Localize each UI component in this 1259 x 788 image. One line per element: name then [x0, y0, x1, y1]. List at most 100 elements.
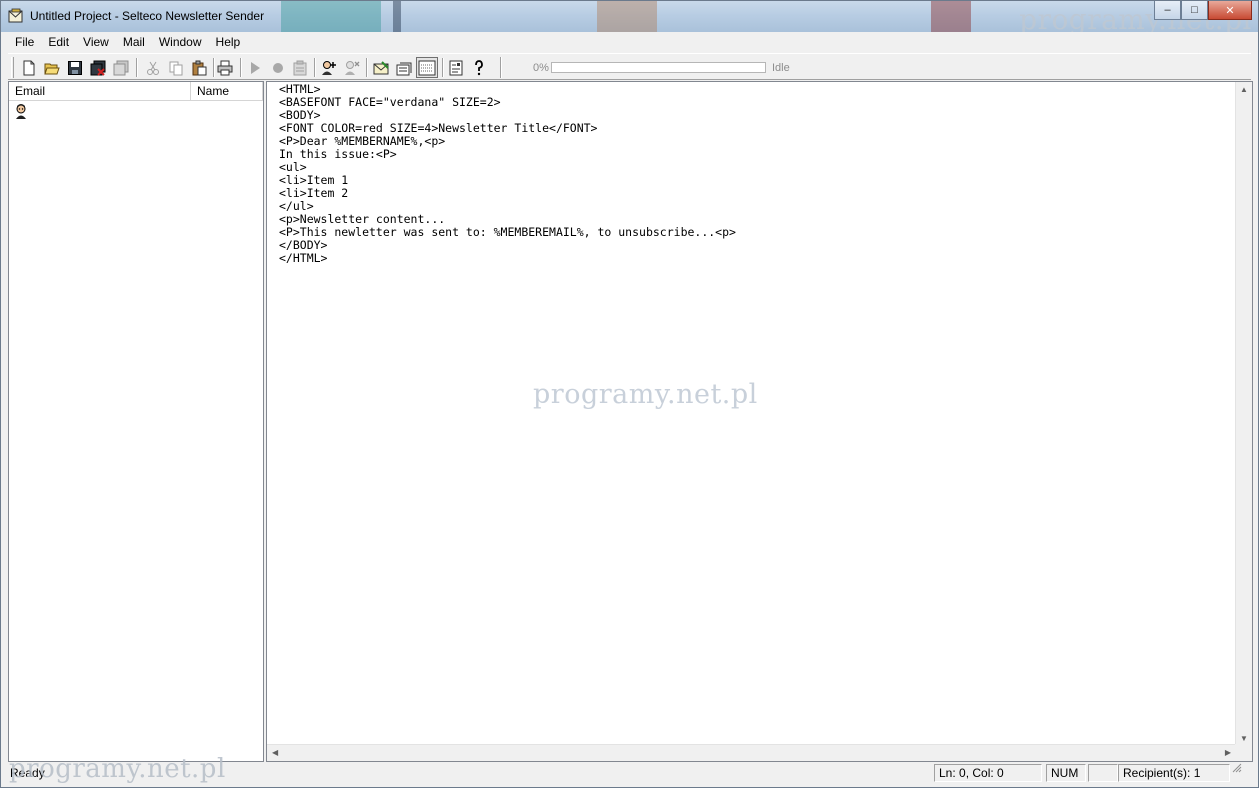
- toolbar-grip[interactable]: [11, 57, 14, 78]
- scroll-down-icon[interactable]: ▼: [1240, 734, 1248, 743]
- record-button[interactable]: [267, 57, 289, 78]
- editor-line[interactable]: <li>Item 1: [279, 173, 348, 187]
- cut-button[interactable]: [142, 57, 164, 78]
- editor-line[interactable]: </ul>: [279, 199, 314, 213]
- editor-line[interactable]: <p>Newsletter content...: [279, 212, 445, 226]
- clipboard-button[interactable]: [289, 57, 311, 78]
- editor-line[interactable]: <HTML>: [279, 82, 321, 96]
- minimize-button[interactable]: –: [1154, 1, 1181, 20]
- background-strip: [393, 1, 401, 32]
- html-code-button[interactable]: [416, 57, 438, 78]
- properties-icon: [113, 60, 129, 75]
- editor-line[interactable]: <P>This newletter was sent to: %MEMBEREM…: [279, 225, 736, 239]
- background-strip: [931, 1, 971, 32]
- mail-send-button[interactable]: [393, 57, 415, 78]
- mail-send-icon: [396, 62, 412, 75]
- num-lock-indicator: NUM: [1046, 764, 1086, 782]
- status-pane-empty: [1088, 764, 1118, 782]
- background-strip: [597, 1, 657, 32]
- save-button[interactable]: [64, 57, 86, 78]
- open-icon: [44, 63, 60, 74]
- scroll-left-icon[interactable]: ◀: [272, 748, 278, 757]
- toolbar: 0% Idle: [8, 53, 1251, 80]
- title-bar[interactable]: Untitled Project - Selteco Newsletter Se…: [1, 1, 1258, 36]
- toolbar-separator: [240, 58, 242, 77]
- toolbar-separator: [136, 58, 138, 77]
- new-icon: [23, 60, 35, 75]
- new-button[interactable]: [18, 57, 40, 78]
- editor-line[interactable]: <FONT COLOR=red SIZE=4>Newsletter Title<…: [279, 121, 598, 135]
- cut-icon: [147, 61, 159, 75]
- list-header: Email Name: [9, 82, 263, 101]
- app-icon[interactable]: [8, 8, 24, 24]
- editor-content[interactable]: <HTML> <BASEFONT FACE="verdana" SIZE=2> …: [279, 83, 736, 265]
- remove-recipient-button[interactable]: [341, 57, 363, 78]
- properties-button[interactable]: [110, 57, 132, 78]
- menu-view[interactable]: View: [76, 32, 116, 52]
- clipboard-icon: [293, 60, 307, 75]
- horizontal-scrollbar[interactable]: ◀ ▶: [267, 744, 1236, 761]
- window-controls: – □ ✕: [1154, 1, 1252, 21]
- mail-settings-icon: [373, 60, 389, 74]
- progress-percent: 0%: [533, 62, 549, 74]
- add-recipient-icon: [322, 60, 336, 75]
- column-name[interactable]: Name: [191, 82, 263, 101]
- help-icon: [475, 59, 483, 75]
- record-icon: [273, 62, 283, 73]
- html-editor[interactable]: <HTML> <BASEFONT FACE="verdana" SIZE=2> …: [266, 81, 1253, 762]
- editor-line[interactable]: </HTML>: [279, 251, 327, 265]
- scroll-right-icon[interactable]: ▶: [1225, 748, 1231, 757]
- person-icon: [16, 104, 26, 119]
- scroll-corner: [1235, 744, 1252, 761]
- save-icon: [68, 60, 82, 75]
- toolbar-separator: [314, 58, 316, 77]
- window-title: Untitled Project - Selteco Newsletter Se…: [30, 9, 265, 23]
- list-item[interactable]: [13, 103, 29, 119]
- cursor-position: Ln: 0, Col: 0: [934, 764, 1042, 782]
- copy-icon: [169, 61, 183, 75]
- editor-line[interactable]: <P>Dear %MEMBERNAME%,<p>: [279, 134, 445, 148]
- close-button[interactable]: ✕: [1208, 1, 1252, 20]
- paste-button[interactable]: [188, 57, 210, 78]
- maximize-button[interactable]: □: [1181, 1, 1208, 20]
- open-button[interactable]: [41, 57, 63, 78]
- toolbar-separator: [500, 57, 502, 78]
- progress-status: Idle: [772, 62, 790, 74]
- paste-icon: [192, 60, 207, 75]
- menu-file[interactable]: File: [8, 32, 41, 52]
- watermark: programy.net.pl: [9, 754, 226, 784]
- options-icon: [449, 60, 463, 75]
- save-all-button[interactable]: [87, 57, 109, 78]
- column-email[interactable]: Email: [9, 82, 191, 101]
- resize-grip-icon[interactable]: [1232, 763, 1242, 773]
- html-code-icon: [418, 60, 436, 75]
- app-window: Untitled Project - Selteco Newsletter Se…: [0, 0, 1259, 788]
- editor-line[interactable]: In this issue:<P>: [279, 147, 397, 161]
- menu-window[interactable]: Window: [152, 32, 209, 52]
- vertical-scrollbar[interactable]: ▲ ▼: [1235, 82, 1252, 746]
- toolbar-separator: [442, 58, 444, 77]
- editor-line[interactable]: <BASEFONT FACE="verdana" SIZE=2>: [279, 95, 501, 109]
- menu-help[interactable]: Help: [209, 32, 248, 52]
- scroll-up-icon[interactable]: ▲: [1240, 85, 1248, 94]
- menu-bar: File Edit View Mail Window Help: [8, 32, 1251, 52]
- editor-line[interactable]: </BODY>: [279, 238, 327, 252]
- background-strip: [281, 1, 381, 32]
- save-all-icon: [90, 60, 106, 76]
- recipient-count: Recipient(s): 1: [1118, 764, 1230, 782]
- play-button[interactable]: [244, 57, 266, 78]
- copy-button[interactable]: [165, 57, 187, 78]
- play-icon: [251, 61, 260, 74]
- help-button[interactable]: [468, 57, 490, 78]
- recipients-list[interactable]: Email Name: [8, 81, 264, 762]
- print-button[interactable]: [214, 57, 236, 78]
- editor-line[interactable]: <li>Item 2: [279, 186, 348, 200]
- menu-mail[interactable]: Mail: [116, 32, 152, 52]
- editor-line[interactable]: <BODY>: [279, 108, 321, 122]
- add-recipient-button[interactable]: [318, 57, 340, 78]
- options-button[interactable]: [445, 57, 467, 78]
- menu-edit[interactable]: Edit: [41, 32, 76, 52]
- mail-settings-button[interactable]: [370, 57, 392, 78]
- remove-recipient-icon: [345, 60, 360, 75]
- editor-line[interactable]: <ul>: [279, 160, 307, 174]
